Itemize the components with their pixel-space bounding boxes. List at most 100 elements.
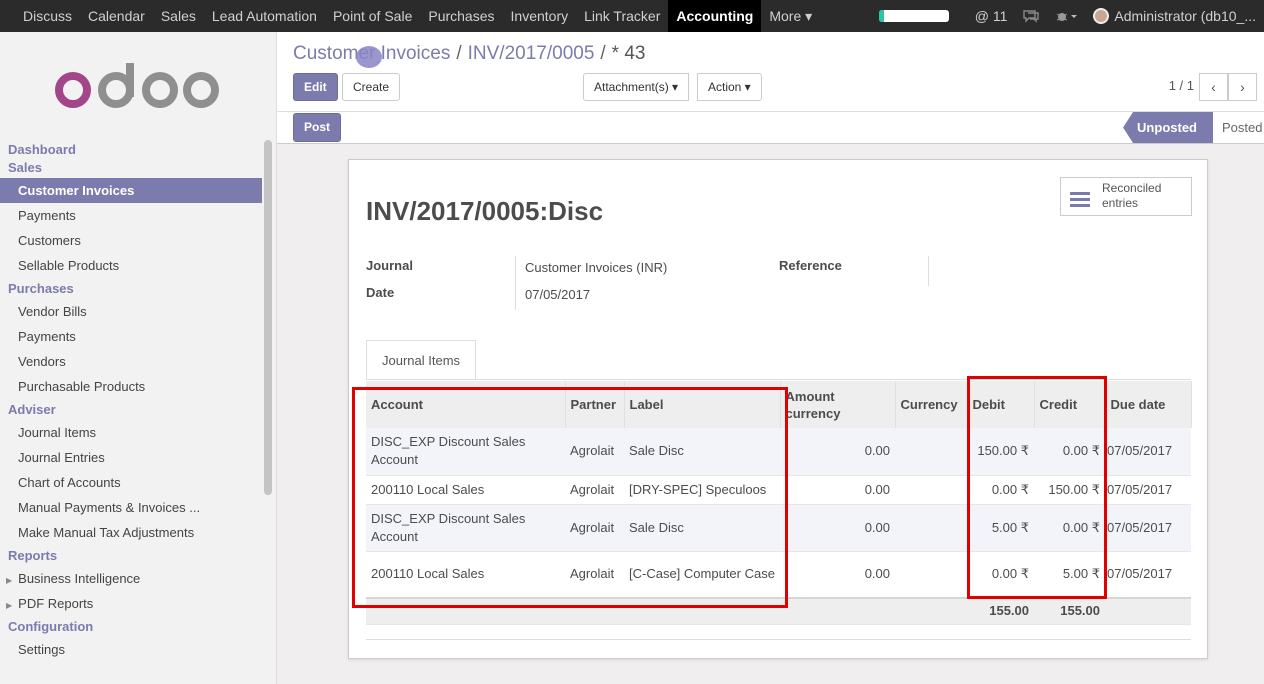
app-menu-item-calendar[interactable]: Calendar [80,0,153,32]
sidebar-item-sellable-products[interactable]: Sellable Products [0,253,276,278]
sidebar-section-configuration[interactable]: Configuration [0,616,276,637]
sidebar-item-payments[interactable]: Payments [0,324,276,349]
sidebar-item-vendor-bills[interactable]: Vendor Bills [0,299,276,324]
app-menu-item-accounting[interactable]: Accounting [668,0,762,32]
sidebar-section-sales[interactable]: Sales [0,160,276,178]
sidebar-item-label: Vendors [18,354,66,369]
attachments-dropdown[interactable]: Attachment(s) ▾ [583,73,690,101]
sidebar-section-dashboard[interactable]: Dashboard [0,142,276,160]
action-dropdown[interactable]: Action ▾ [697,73,762,101]
app-menu-item-lead-automation[interactable]: Lead Automation [204,0,325,32]
sidebar-item-label: Payments [18,208,76,223]
cell-due-date: 07/05/2017 [1105,475,1191,505]
cell-currency [895,551,967,599]
reconciled-entries-button[interactable]: Reconciled entries [1060,177,1192,216]
sidebar-item-label: Journal Items [18,425,97,440]
control-panel: Customer Invoices / INV/2017/0005/* 43 Edi… [277,32,1264,112]
field-divider [928,256,929,286]
date-label: Date [366,285,395,300]
total-debit: 155.00 [967,597,1034,625]
app-menu-item-link-tracker[interactable]: Link Tracker [576,0,668,32]
post-button[interactable]: Post [293,113,342,142]
cell-amount-currency: 0.00 [780,475,895,505]
app-menu: Discuss Calendar Sales Lead Automation Point… [0,0,820,32]
sidebar-item-pdf-reports[interactable]: ▶ PDF Reports [0,591,276,616]
sidebar-item-vendors[interactable]: Vendors [0,349,276,374]
sidebar-item-make-manual-tax-adjustments[interactable]: Make Manual Tax Adjustments [0,520,276,545]
sidebar-item-label: Make Manual Tax Adjustments [18,525,195,540]
app-menu-item-inventory[interactable]: Inventory [503,0,577,32]
app-menu-item-discuss[interactable]: Discuss [15,0,80,32]
app-menu-item-purchases[interactable]: Purchases [420,0,502,32]
cell-currency [895,504,967,552]
odoo-logo[interactable] [0,32,276,142]
sidebar-section-adviser[interactable]: Adviser [0,399,276,420]
status-bar: Post Unposted Posted [277,112,1264,144]
highlight-box-debit-credit [967,376,1107,599]
cell-due-date: 07/05/2017 [1105,551,1191,599]
journal-field[interactable]: Customer Invoices (INR) [525,260,667,275]
date-field[interactable]: 07/05/2017 [525,287,590,302]
total-credit: 155.00 [1034,597,1105,625]
pager-value[interactable]: 1 / 1 [1169,78,1194,93]
breadcrumb-invoice[interactable]: INV/2017/0005 [468,43,595,64]
sidebar-item-journal-entries[interactable]: Journal Entries [0,445,276,470]
sidebar-menu: Dashboard Sales Customer Invoices Payments C… [0,142,276,662]
edit-button[interactable]: Edit [293,73,338,101]
sidebar-scrollbar[interactable] [264,140,272,495]
sidebar-item-label: Customer Invoices [18,183,135,198]
sidebar-item-label: Settings [18,642,65,657]
debug-bug-icon[interactable] [1047,9,1085,23]
field-divider [515,256,516,310]
app-menu-item-more[interactable]: More ▾ [761,0,820,32]
pager-previous-button[interactable]: ‹ [1199,73,1228,101]
column-header-amount-currency[interactable]: Amount currency [780,381,896,428]
status-unposted[interactable]: Unposted [1123,112,1213,143]
pager-next-button[interactable]: › [1228,73,1257,101]
breadcrumb: Customer Invoices / INV/2017/0005/* 43 [293,43,646,64]
status-posted[interactable]: Posted [1214,112,1264,143]
reference-label: Reference [779,258,842,273]
app-menu-item-point-of-sale[interactable]: Point of Sale [325,0,420,32]
cursor-drop-marker [356,46,382,68]
cell-due-date: 07/05/2017 [1105,504,1191,552]
tab-journal-items[interactable]: Journal Items [366,340,477,380]
column-header-currency[interactable]: Currency [895,381,968,428]
messages-count[interactable]: @ 11 [967,8,1016,24]
cell-amount-currency: 0.00 [780,428,895,476]
highlight-box-account-partner-label [352,387,788,608]
table-bottom-divider [366,639,1191,640]
sidebar-item-journal-items[interactable]: Journal Items [0,420,276,445]
chevron-left-icon: ‹ [1211,79,1216,95]
sidebar-section-purchases[interactable]: Purchases [0,278,276,299]
sidebar-item-business-intelligence[interactable]: ▶ Business Intelligence [0,566,276,591]
sidebar-section-reports[interactable]: Reports [0,545,276,566]
cell-amount-currency: 0.00 [780,551,895,599]
sidebar-item-payments[interactable]: Payments [0,203,276,228]
app-menu-item-sales[interactable]: Sales [153,0,204,32]
sidebar-item-label: Payments [18,329,76,344]
sidebar-item-chart-of-accounts[interactable]: Chart of Accounts [0,470,276,495]
sidebar-item-customer-invoices[interactable]: Customer Invoices [0,178,262,203]
entry-title: INV/2017/0005:Disc [366,196,604,226]
top-navbar: Discuss Calendar Sales Lead Automation Point… [0,0,1264,32]
expand-caret-icon: ▶ [6,601,13,610]
expand-caret-icon: ▶ [6,576,13,585]
sidebar-item-customers[interactable]: Customers [0,228,276,253]
sidebar-item-purchasable-products[interactable]: Purchasable Products [0,374,276,399]
cell-amount-currency: 0.00 [780,504,895,552]
sidebar-item-label: Manual Payments & Invoices ... [18,500,201,515]
activity-progress-bar[interactable] [878,10,949,22]
sidebar-item-label: PDF Reports [18,596,94,611]
user-menu[interactable]: Administrator (db10_... [1085,8,1264,24]
sidebar-item-label: Chart of Accounts [18,475,121,490]
cell-currency [895,475,967,505]
chat-icon[interactable] [1015,9,1047,23]
column-header-due-date[interactable]: Due date [1105,381,1192,428]
sidebar-item-label: Vendor Bills [18,304,87,319]
sidebar-item-settings[interactable]: Settings [0,637,276,662]
avatar [1093,8,1110,24]
reconciled-entries-label: Reconciled entries [1102,181,1162,210]
create-button[interactable]: Create [342,73,401,101]
sidebar-item-manual-payments-invoices[interactable]: Manual Payments & Invoices ... [0,495,276,520]
